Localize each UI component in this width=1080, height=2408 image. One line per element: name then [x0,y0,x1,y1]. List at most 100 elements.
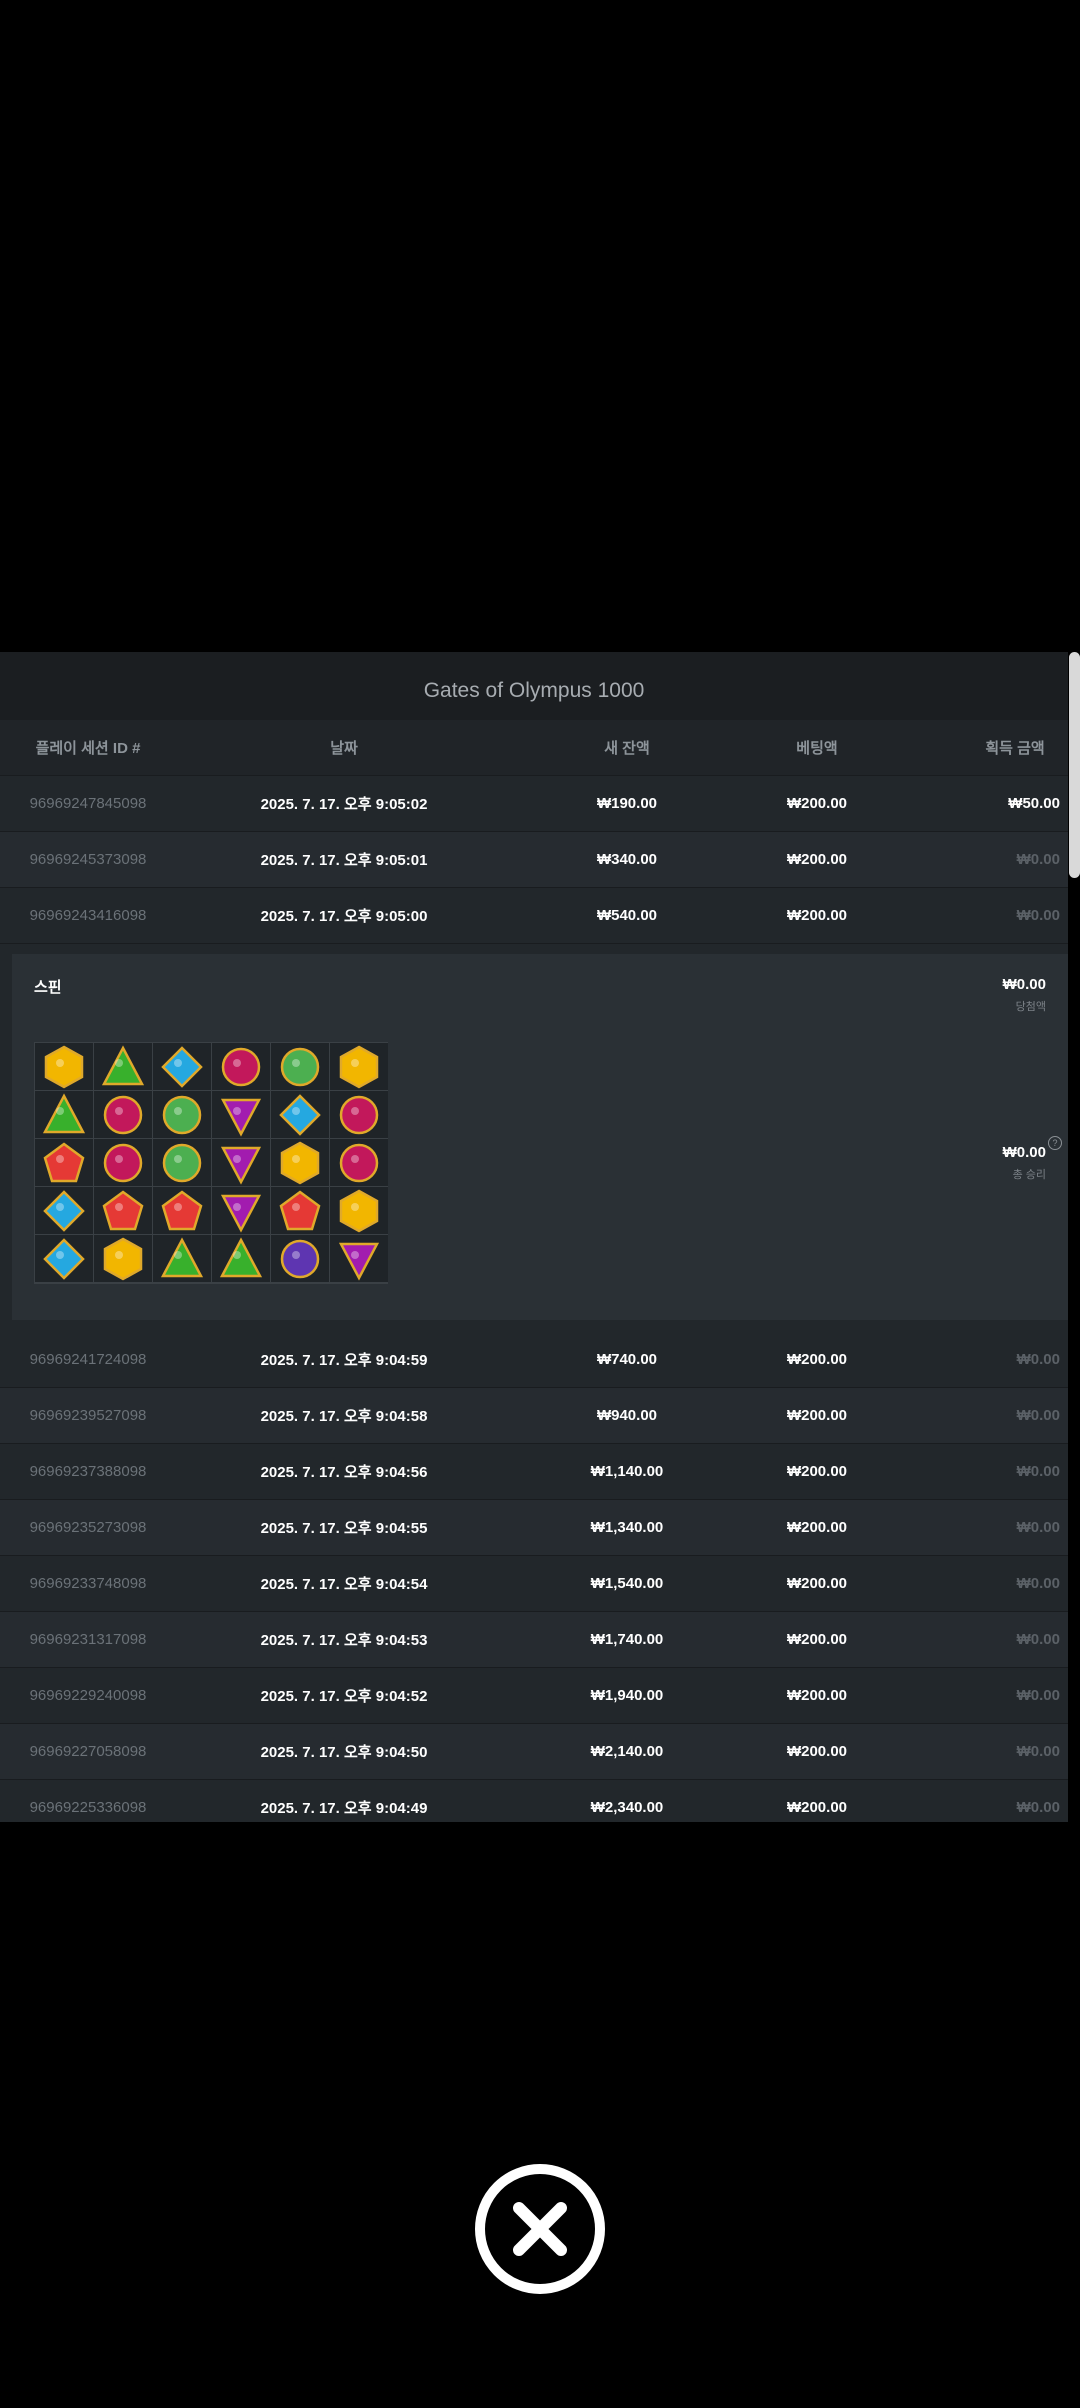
cell-bet-amount: ₩200.00 [786,795,848,812]
col-new-balance: 새 잔액 [604,740,650,757]
cell-win-amount: ₩0.00 [1016,1519,1060,1536]
table-row[interactable]: 96969243416098 2025. 7. 17. 오후 9:05:00 ₩54… [0,888,1068,944]
cell-bet-amount: ₩200.00 [786,907,848,924]
cell-new-balance: ₩2,140.00 [590,1743,664,1760]
table-header: 플레이 세션 ID # 날짜 새 잔액 베팅액 획득 금액 [0,720,1068,776]
reel-cell [153,1139,211,1186]
red-ring-gem-icon [339,1095,379,1134]
close-icon [513,2202,567,2256]
cell-win-amount: ₩0.00 [1016,1351,1060,1368]
cell-date: 2025. 7. 17. 오후 9:04:59 [260,1352,428,1369]
green-tri-gem-icon [160,1236,204,1277]
purple-ring-gem-icon [280,1239,320,1278]
scrollbar-thumb[interactable] [1069,652,1080,878]
cell-date: 2025. 7. 17. 오후 9:04:54 [260,1576,428,1593]
reel-cell [330,1091,388,1138]
reel-cell [35,1139,93,1186]
spin-label: 스핀 [34,979,62,996]
reel-cell [153,1235,211,1282]
table-row[interactable]: 96969231317098 2025. 7. 17. 오후 9:04:53 ₩1,… [0,1612,1068,1668]
table-row[interactable]: 96969233748098 2025. 7. 17. 오후 9:04:54 ₩1,… [0,1556,1068,1612]
cell-win-amount: ₩0.00 [1016,1575,1060,1592]
reel-cell [153,1043,211,1090]
total-win-label: 총 승리 [1012,1169,1046,1181]
rows-bottom: 96969241724098 2025. 7. 17. 오후 9:04:59 ₩74… [0,1332,1068,1822]
cell-new-balance: ₩1,740.00 [590,1631,664,1648]
yellow-hex-gem-icon [44,1045,84,1088]
cell-date: 2025. 7. 17. 오후 9:04:52 [260,1688,428,1705]
cell-win-amount: ₩0.00 [1016,851,1060,868]
reel-cell [212,1187,270,1234]
cell-bet-amount: ₩200.00 [786,1407,848,1424]
col-session-id: 플레이 세션 ID # [35,740,141,757]
reel-cell [94,1091,152,1138]
reel-cell [271,1091,329,1138]
win-amount-label: 당첨액 [1015,1001,1046,1013]
cell-bet-amount: ₩200.00 [786,1799,848,1816]
purple-tri-gem-icon [338,1242,380,1281]
cell-date: 2025. 7. 17. 오후 9:05:02 [260,796,428,813]
cell-date: 2025. 7. 17. 오후 9:04:53 [260,1632,428,1649]
green-ring-gem-icon [280,1047,320,1086]
blue-diamond-gem-icon [43,1237,85,1280]
reel-cell [94,1043,152,1090]
col-win: 획득 금액 [985,740,1045,757]
close-button[interactable] [475,2164,605,2294]
table-row[interactable]: 96969227058098 2025. 7. 17. 오후 9:04:50 ₩2,… [0,1724,1068,1780]
green-tri-gem-icon [42,1092,86,1133]
spin-detail: 스핀 ₩0.00 당첨액 ₩0.00 총 승리 ? [12,954,1068,1320]
table-row[interactable]: 96969247845098 2025. 7. 17. 오후 9:05:02 ₩19… [0,776,1068,832]
cell-win-amount: ₩0.00 [1016,1799,1060,1816]
table-row[interactable]: 96969245373098 2025. 7. 17. 오후 9:05:01 ₩34… [0,832,1068,888]
purple-tri-gem-icon [220,1098,262,1137]
cell-date: 2025. 7. 17. 오후 9:05:01 [260,852,428,869]
green-ring-gem-icon [162,1143,202,1182]
table-row[interactable]: 96969229240098 2025. 7. 17. 오후 9:04:52 ₩1,… [0,1668,1068,1724]
cell-win-amount: ₩0.00 [1016,1463,1060,1480]
cell-bet-amount: ₩200.00 [786,1351,848,1368]
cell-new-balance: ₩1,940.00 [590,1687,664,1704]
table-row[interactable]: 96969241724098 2025. 7. 17. 오후 9:04:59 ₩74… [0,1332,1068,1388]
cell-date: 2025. 7. 17. 오후 9:04:50 [260,1744,428,1761]
table-row[interactable]: 96969225336098 2025. 7. 17. 오후 9:04:49 ₩2,… [0,1780,1068,1822]
cell-new-balance: ₩1,340.00 [590,1519,664,1536]
green-ring-gem-icon [162,1095,202,1134]
cell-session-id: 96969245373098 [29,851,147,868]
reel-cell [330,1235,388,1282]
red-pent-gem-icon [102,1189,144,1230]
cell-session-id: 96969247845098 [29,795,147,812]
cell-new-balance: ₩740.00 [596,1351,658,1368]
cell-date: 2025. 7. 17. 오후 9:04:56 [260,1464,428,1481]
rows-top: 96969247845098 2025. 7. 17. 오후 9:05:02 ₩19… [0,776,1068,944]
cell-session-id: 96969227058098 [29,1743,147,1760]
green-tri-gem-icon [101,1044,145,1085]
cell-date: 2025. 7. 17. 오후 9:05:00 [260,908,428,925]
red-ring-gem-icon [221,1047,261,1086]
cell-bet-amount: ₩200.00 [786,1575,848,1592]
cell-date: 2025. 7. 17. 오후 9:04:55 [260,1520,428,1537]
cell-session-id: 96969231317098 [29,1631,147,1648]
reel-cell [94,1235,152,1282]
reel-cell [35,1235,93,1282]
cell-new-balance: ₩1,540.00 [590,1575,664,1592]
table-row[interactable]: 96969237388098 2025. 7. 17. 오후 9:04:56 ₩1,… [0,1444,1068,1500]
help-icon[interactable]: ? [1048,1136,1062,1150]
reel-cell [212,1043,270,1090]
red-pent-gem-icon [161,1189,203,1230]
reel-cell [271,1139,329,1186]
table-row[interactable]: 96969235273098 2025. 7. 17. 오후 9:04:55 ₩1,… [0,1500,1068,1556]
red-pent-gem-icon [43,1141,85,1182]
reel-cell [212,1139,270,1186]
cell-new-balance: ₩340.00 [596,851,658,868]
cell-new-balance: ₩940.00 [596,1407,658,1424]
table-row[interactable]: 96969239527098 2025. 7. 17. 오후 9:04:58 ₩94… [0,1388,1068,1444]
cell-bet-amount: ₩200.00 [786,851,848,868]
reel-cell [212,1235,270,1282]
cell-bet-amount: ₩200.00 [786,1519,848,1536]
col-date: 날짜 [330,740,358,757]
total-win-amount: ₩0.00 [1002,1144,1046,1161]
reel-cell [35,1043,93,1090]
cell-new-balance: ₩1,140.00 [590,1463,664,1480]
red-ring-gem-icon [339,1143,379,1182]
cell-new-balance: ₩190.00 [596,795,658,812]
